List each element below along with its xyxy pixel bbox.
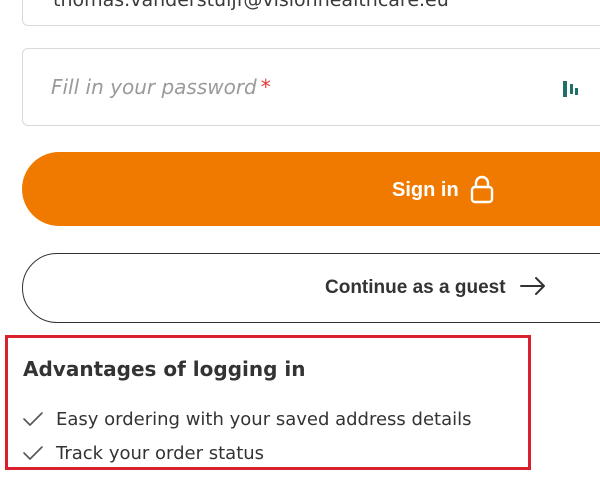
sign-in-button[interactable]: Sign in [22,152,600,226]
required-marker: * [260,75,271,99]
advantages-list: Easy ordering with your saved address de… [22,402,472,470]
email-value: thomas.vanderstuijf@visionhealthcare.eu [53,0,449,11]
check-icon [23,446,43,460]
password-visibility-icon[interactable] [561,79,581,99]
list-item: Track your order status [22,436,472,470]
advantage-text: Easy ordering with your saved address de… [56,408,472,430]
password-placeholder: Fill in your password * [51,75,271,99]
password-field[interactable]: Fill in your password * [22,48,600,126]
advantage-text: Track your order status [56,442,265,464]
check-icon [23,412,43,426]
continue-as-guest-button[interactable]: Continue as a guest [22,253,600,323]
lock-icon [469,174,495,207]
arrow-right-icon [519,276,546,299]
email-field[interactable]: thomas.vanderstuijf@visionhealthcare.eu [22,0,600,26]
sign-in-label: Sign in [392,179,459,201]
advantages-box: Advantages of logging in Easy ordering w… [5,335,531,470]
advantages-title: Advantages of logging in [23,357,306,381]
list-item: Easy ordering with your saved address de… [22,402,472,436]
guest-label: Continue as a guest [325,276,506,298]
